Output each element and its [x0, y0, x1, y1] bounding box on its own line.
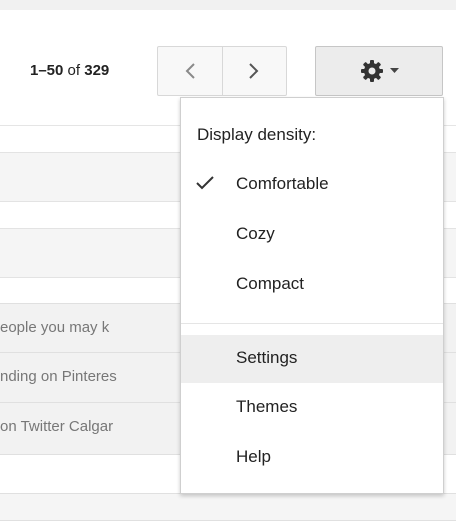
email-snippet: nding on Pinteres [0, 368, 117, 385]
menu-item-label: Compact [236, 274, 305, 293]
mail-page: 1–50 of 329 eople you may k nding on Pin… [0, 0, 456, 521]
pagination-total: 329 [84, 62, 110, 79]
display-density-heading: Display density: [197, 125, 317, 144]
menu-item-label: Help [236, 447, 271, 466]
top-strip [0, 0, 456, 10]
chevron-left-icon [185, 63, 195, 79]
pagination-label: 1–50 of 329 [30, 62, 109, 79]
email-snippet: on Twitter Calgar [0, 418, 114, 435]
settings-gear-button[interactable] [315, 46, 443, 96]
settings-menu-item[interactable]: Settings [181, 335, 443, 383]
help-menu-item[interactable]: Help [181, 434, 443, 482]
density-cozy-option[interactable]: Cozy [181, 211, 443, 259]
pagination-of: of [67, 62, 81, 79]
menu-item-label: Cozy [236, 224, 275, 243]
menu-item-label: Settings [236, 348, 298, 367]
email-row[interactable] [0, 493, 456, 521]
menu-divider [181, 323, 443, 324]
density-compact-option[interactable]: Compact [181, 261, 443, 309]
newer-button[interactable] [221, 47, 287, 95]
settings-menu: Display density: Comfortable Cozy Compac… [180, 97, 444, 494]
gear-icon [360, 60, 383, 82]
checkmark-icon [196, 176, 214, 190]
caret-down-icon [389, 68, 399, 73]
density-comfortable-option[interactable]: Comfortable [181, 161, 443, 209]
pagination-range: 1–50 [30, 62, 64, 79]
older-button[interactable] [158, 47, 222, 95]
menu-item-label: Comfortable [236, 174, 329, 193]
menu-item-label: Themes [236, 397, 298, 416]
chevron-right-icon [249, 63, 259, 79]
email-snippet: eople you may k [0, 319, 110, 336]
themes-menu-item[interactable]: Themes [181, 384, 443, 432]
pagination-nav [157, 46, 287, 96]
